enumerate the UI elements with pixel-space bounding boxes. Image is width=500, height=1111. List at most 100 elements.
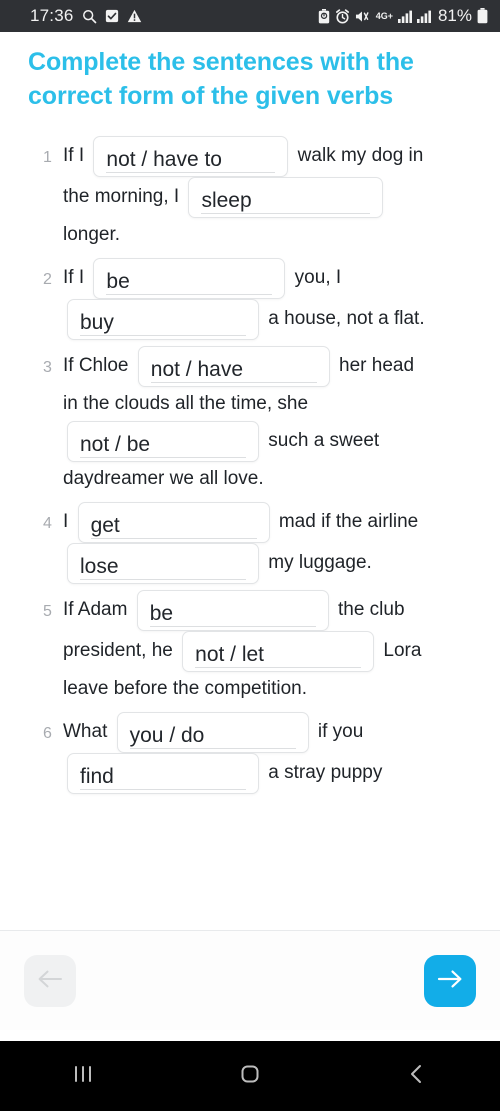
alarm-icon (335, 8, 350, 24)
status-bar-clock: 17:36 (30, 6, 74, 25)
question-item: 2 If I be you, Ibuy a house, not a flat. (38, 258, 478, 340)
sentence-text: her head (333, 355, 415, 377)
question-line: If I not / have to walk my dog in (63, 136, 478, 177)
previous-button[interactable] (24, 954, 76, 1007)
home-button[interactable] (210, 1041, 290, 1111)
next-button[interactable] (424, 954, 476, 1007)
answer-input[interactable]: be (136, 590, 329, 631)
sentence-text: president, he (63, 640, 179, 662)
status-bar-left: 17:36 (30, 6, 142, 26)
question-line: If Adam be the club (63, 590, 478, 631)
question-line: find a stray puppy (63, 753, 478, 794)
question-item: 3 If Chloe not / have her head in the clou… (38, 346, 478, 496)
back-button[interactable] (377, 1041, 457, 1111)
sentence-text: What (63, 721, 113, 743)
question-number: 2 (43, 271, 52, 288)
phone-screen: 17:36 4G+ 81% Complete the sentences wit… (0, 0, 500, 1111)
answer-input[interactable]: buy (67, 299, 259, 340)
question-item: 4I get mad if the airline lose my luggage… (38, 502, 478, 584)
answer-input-value: lose (80, 547, 246, 580)
back-chevron-icon (404, 1061, 430, 1092)
answer-input-value: not / have to (106, 140, 276, 173)
answer-input-value: be (106, 262, 273, 295)
checkbox-icon (105, 9, 119, 23)
question-body: I get mad if the airline lose my luggage. (38, 502, 478, 584)
question-body: If I be you, Ibuy a house, not a flat. (38, 258, 478, 340)
answer-input-value: buy (80, 303, 246, 336)
answer-input[interactable]: be (93, 258, 286, 299)
question-body: If I not / have to walk my dog in the mor… (38, 136, 478, 252)
sentence-text: in the clouds all the time, she (63, 392, 309, 414)
sentence-text: my luggage. (263, 552, 372, 574)
answer-input[interactable]: get (77, 502, 270, 543)
sentence-text: a stray puppy (263, 762, 383, 784)
sentence-text: longer. (63, 223, 121, 245)
navigation-bar (0, 931, 500, 1030)
recents-button[interactable] (43, 1041, 123, 1111)
search-icon (82, 9, 97, 24)
sentence-text: If I (63, 267, 90, 289)
sentence-text: If I (63, 145, 90, 167)
answer-input-value: not / have (150, 350, 317, 383)
recents-icon (70, 1061, 96, 1092)
battery-percent-label: 81% (437, 6, 472, 25)
network-label: 4G+ (375, 10, 393, 21)
sentence-text: I (63, 511, 74, 533)
sentence-text: leave before the competition. (63, 677, 307, 699)
exercise-content: 1 If I not / have to walk my dog in the mo… (0, 128, 500, 930)
answer-input-value: get (90, 506, 257, 539)
question-line: not / be such a sweet (63, 421, 478, 462)
question-line: leave before the competition. (63, 672, 478, 706)
question-line: What you / do if you (63, 712, 478, 753)
sentence-text: Lora (378, 640, 422, 662)
question-line: lose my luggage. (63, 543, 478, 584)
answer-input-value: be (149, 594, 316, 627)
question-body: If Chloe not / have her head in the cloud… (38, 346, 478, 496)
question-line: daydreamer we all love. (63, 462, 478, 496)
answer-input[interactable]: not / have (137, 346, 330, 387)
sentence-text: a house, not a flat. (263, 308, 425, 330)
answer-input-value: not / be (80, 425, 246, 458)
answer-input-value: not / let (195, 635, 362, 668)
question-number: 1 (43, 149, 52, 166)
question-number: 5 (43, 603, 52, 620)
arrow-right-icon (437, 968, 463, 993)
question-line: the morning, I sleep (63, 177, 478, 218)
page-title: Complete the sentences with the correct … (28, 48, 414, 110)
answer-input-value: you / do (129, 716, 296, 749)
answer-input[interactable]: you / do (116, 712, 309, 753)
answer-input[interactable]: sleep (188, 177, 384, 218)
sentence-text: the club (332, 599, 405, 621)
question-number: 4 (43, 515, 52, 532)
question-body: If Adam be the club president, he not / l… (38, 590, 478, 706)
battery-saver-icon (318, 8, 330, 24)
question-line: I get mad if the airline (63, 502, 478, 543)
sentence-text: you, I (289, 267, 342, 289)
sentence-text: If Adam (63, 599, 133, 621)
question-item: 6 What you / do if you find a stray puppy (38, 712, 478, 794)
home-icon (237, 1061, 263, 1092)
answer-input[interactable]: find (67, 753, 259, 794)
warning-triangle-icon (127, 9, 142, 23)
status-bar-right: 4G+ 81% (318, 6, 488, 26)
question-item: 5 If Adam be the club president, he not / … (38, 590, 478, 706)
answer-input[interactable]: not / let (182, 631, 375, 672)
question-number: 3 (43, 359, 52, 376)
sentence-text: such a sweet (263, 430, 380, 452)
answer-input-value: sleep (201, 181, 371, 214)
signal-bars-sim1-icon (397, 10, 412, 23)
question-line: longer. (63, 218, 478, 252)
sentence-text: daydreamer we all love. (63, 467, 264, 489)
arrow-left-icon (37, 968, 63, 993)
answer-input[interactable]: lose (67, 543, 259, 584)
question-line: president, he not / let Lora (63, 631, 478, 672)
signal-bars-sim2-icon (416, 10, 431, 23)
network-4g-icon: 4G+ (375, 10, 393, 21)
sentence-text: mad if the airline (273, 511, 419, 533)
status-bar: 17:36 4G+ 81% (0, 0, 500, 32)
question-line: buy a house, not a flat. (63, 299, 478, 340)
system-navigation-bar (0, 1041, 500, 1111)
answer-input[interactable]: not / be (67, 421, 259, 462)
answer-input[interactable]: not / have to (93, 136, 289, 177)
question-line: If I be you, I (63, 258, 478, 299)
